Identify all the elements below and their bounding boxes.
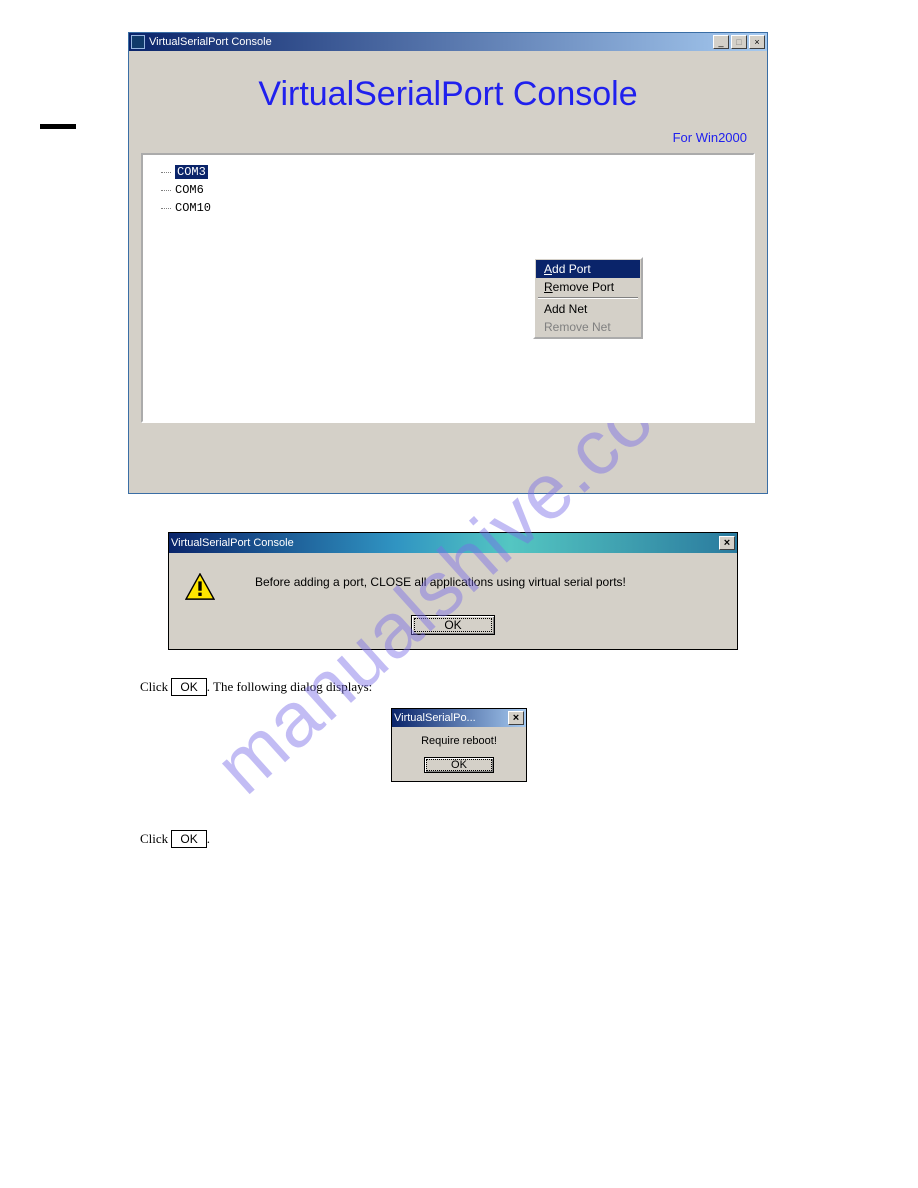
warning-icon bbox=[185, 573, 215, 601]
app-icon bbox=[131, 35, 145, 49]
main-titlebar: VirtualSerialPort Console _ □ × bbox=[129, 33, 767, 51]
banner-subtitle: For Win2000 bbox=[673, 130, 747, 145]
status-area bbox=[129, 435, 767, 493]
ctx-remove-port[interactable]: Remove Port bbox=[536, 278, 640, 296]
ctx-add-net[interactable]: Add Net bbox=[536, 300, 640, 318]
decorative-bar bbox=[40, 124, 76, 129]
inline-ok-1: OK bbox=[171, 678, 206, 696]
reboot-dialog-close[interactable]: × bbox=[508, 711, 524, 725]
ctx-remove-net: Remove Net bbox=[536, 318, 640, 336]
reboot-dialog-title: VirtualSerialPo... bbox=[394, 712, 476, 724]
reboot-dialog: VirtualSerialPo... × Require reboot! OK bbox=[391, 708, 527, 782]
inline-ok-2: OK bbox=[171, 830, 206, 848]
warning-dialog-titlebar: VirtualSerialPort Console × bbox=[169, 533, 737, 553]
banner: VirtualSerialPort Console For Win2000 bbox=[129, 51, 767, 151]
warning-dialog-title: VirtualSerialPort Console bbox=[171, 537, 294, 549]
main-window: VirtualSerialPort Console _ □ × VirtualS… bbox=[128, 32, 768, 494]
reboot-dialog-ok[interactable]: OK bbox=[424, 757, 494, 773]
banner-title: VirtualSerialPort Console bbox=[129, 51, 767, 114]
ctx-add-port[interactable]: Add Port bbox=[536, 260, 640, 278]
instruction-text-2: Click OK. bbox=[140, 830, 778, 848]
instruction-text-1: Click OK. The following dialog displays: bbox=[140, 678, 778, 696]
context-menu: Add Port Remove Port Add Net Remove Net bbox=[533, 257, 643, 339]
page-content: VirtualSerialPort Console _ □ × VirtualS… bbox=[0, 0, 918, 884]
ctx-separator bbox=[538, 297, 638, 299]
tree-item-com6[interactable]: COM6 bbox=[161, 181, 735, 199]
tree-panel: COM3 COM6 COM10 Add Port Remove Port Add… bbox=[141, 153, 755, 423]
reboot-dialog-text: Require reboot! bbox=[392, 727, 526, 751]
warning-dialog-ok[interactable]: OK bbox=[411, 615, 495, 635]
warning-dialog-close[interactable]: × bbox=[719, 536, 735, 550]
tree-item-com3[interactable]: COM3 bbox=[161, 163, 735, 181]
warning-dialog-text: Before adding a port, CLOSE all applicat… bbox=[255, 571, 626, 589]
warning-dialog: VirtualSerialPort Console × Before addin… bbox=[168, 532, 738, 650]
main-titlebar-text: VirtualSerialPort Console bbox=[149, 36, 272, 48]
maximize-button[interactable]: □ bbox=[731, 35, 747, 49]
window-controls: _ □ × bbox=[711, 35, 765, 49]
minimize-button[interactable]: _ bbox=[713, 35, 729, 49]
close-button[interactable]: × bbox=[749, 35, 765, 49]
tree-item-com10[interactable]: COM10 bbox=[161, 199, 735, 217]
reboot-dialog-titlebar: VirtualSerialPo... × bbox=[392, 709, 526, 727]
